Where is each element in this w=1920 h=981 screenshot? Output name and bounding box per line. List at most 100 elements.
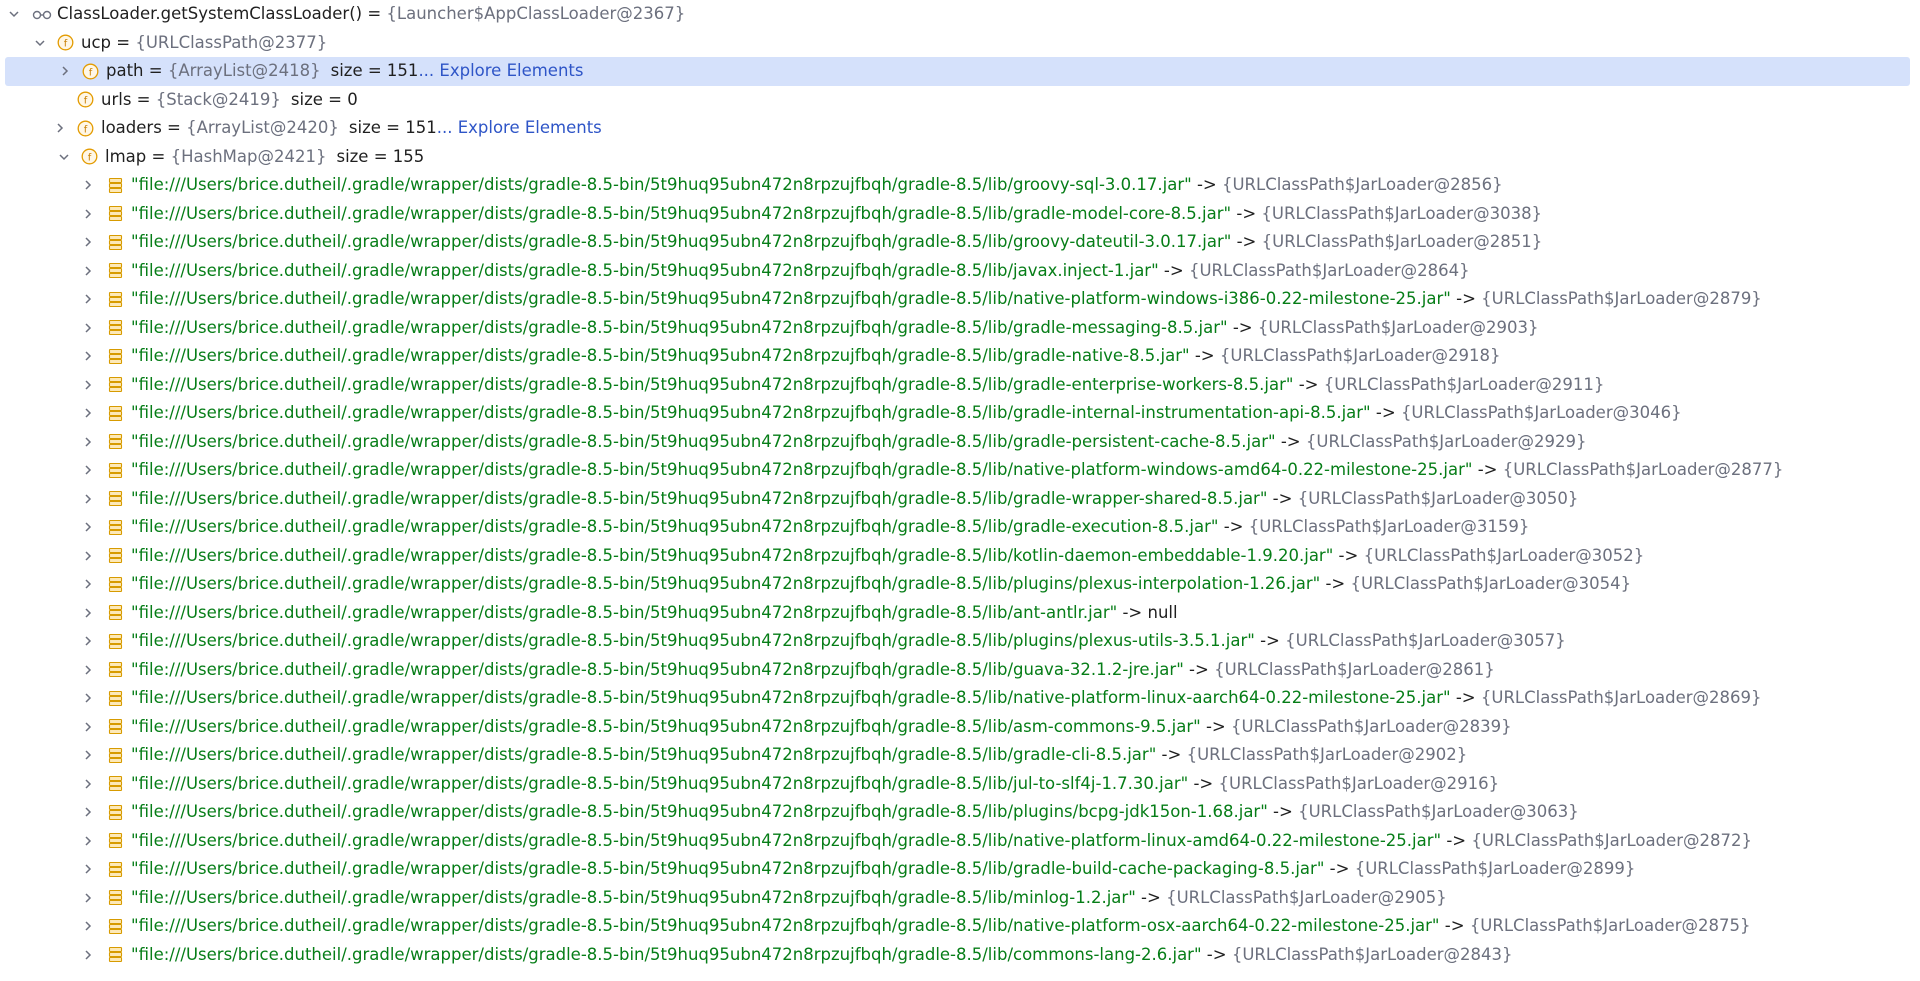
map-entry-arrow: -> xyxy=(1267,802,1299,821)
chevron-right-icon[interactable] xyxy=(52,114,68,143)
map-entry-value: {URLClassPath$JarLoader@3038} xyxy=(1261,203,1543,223)
map-entry-icon xyxy=(107,519,124,536)
chevron-right-icon[interactable] xyxy=(80,171,96,200)
root-ref: {Launcher$AppClassLoader@2367} xyxy=(386,4,686,23)
chevron-right-icon[interactable] xyxy=(80,228,96,257)
lmap-label: lmap = {HashMap@2421} size = 155 xyxy=(105,146,425,166)
chevron-right-icon[interactable] xyxy=(80,798,96,827)
tree-row-root[interactable]: ClassLoader.getSystemClassLoader() = {La… xyxy=(0,0,1920,29)
chevron-right-icon[interactable] xyxy=(80,513,96,542)
map-entry-row[interactable]: "file:///Users/brice.dutheil/.gradle/wra… xyxy=(0,656,1920,685)
map-entry-value: {URLClassPath$JarLoader@3046} xyxy=(1400,403,1682,422)
map-entry-icon xyxy=(107,490,124,507)
chevron-right-icon[interactable] xyxy=(80,627,96,656)
map-entry-row[interactable]: "file:///Users/brice.dutheil/.gradle/wra… xyxy=(0,912,1920,941)
map-entry-row[interactable]: "file:///Users/brice.dutheil/.gradle/wra… xyxy=(0,342,1920,371)
chevron-right-icon[interactable] xyxy=(80,941,96,970)
map-entry-arrow: -> xyxy=(1188,773,1219,793)
chevron-right-icon[interactable] xyxy=(80,827,96,856)
chevron-down-icon[interactable] xyxy=(56,143,72,172)
map-entry-key: "file:///Users/brice.dutheil/.gradle/wra… xyxy=(131,574,1321,593)
map-entry-row[interactable]: "file:///Users/brice.dutheil/.gradle/wra… xyxy=(0,884,1920,913)
map-entry-icon xyxy=(107,405,124,422)
chevron-right-icon[interactable] xyxy=(57,57,73,86)
map-entry-row[interactable]: "file:///Users/brice.dutheil/.gradle/wra… xyxy=(0,855,1920,884)
map-entry-row[interactable]: "file:///Users/brice.dutheil/.gradle/wra… xyxy=(0,314,1920,343)
chevron-right-icon[interactable] xyxy=(80,684,96,713)
map-entry-key: "file:///Users/brice.dutheil/.gradle/wra… xyxy=(131,887,1136,907)
map-entry-row[interactable]: "file:///Users/brice.dutheil/.gradle/wra… xyxy=(0,200,1920,229)
tree-row-urls[interactable]: f urls = {Stack@2419} size = 0 xyxy=(0,86,1920,115)
map-entry-row[interactable]: "file:///Users/brice.dutheil/.gradle/wra… xyxy=(0,570,1920,599)
map-entry-row[interactable]: "file:///Users/brice.dutheil/.gradle/wra… xyxy=(0,456,1920,485)
map-entry-value: {URLClassPath$JarLoader@2875} xyxy=(1469,916,1751,935)
chevron-right-icon[interactable] xyxy=(80,713,96,742)
tree-row-path[interactable]: f path = {ArrayList@2418} size = 151... E… xyxy=(5,57,1910,86)
chevron-right-icon[interactable] xyxy=(80,485,96,514)
chevron-right-icon[interactable] xyxy=(80,570,96,599)
map-entry-row[interactable]: "file:///Users/brice.dutheil/.gradle/wra… xyxy=(0,542,1920,571)
chevron-down-icon[interactable] xyxy=(6,0,22,29)
chevron-right-icon[interactable] xyxy=(80,371,96,400)
chevron-right-icon[interactable] xyxy=(80,342,96,371)
map-entry-value: {URLClassPath$JarLoader@2856} xyxy=(1221,175,1503,194)
chevron-right-icon[interactable] xyxy=(80,912,96,941)
map-entry-row[interactable]: "file:///Users/brice.dutheil/.gradle/wra… xyxy=(0,684,1920,713)
tree-row-ucp[interactable]: f ucp = {URLClassPath@2377} xyxy=(0,29,1920,58)
chevron-right-icon[interactable] xyxy=(80,741,96,770)
chevron-right-icon[interactable] xyxy=(80,770,96,799)
chevron-right-icon[interactable] xyxy=(80,314,96,343)
chevron-right-icon[interactable] xyxy=(80,656,96,685)
tree-row-loaders[interactable]: f loaders = {ArrayList@2420} size = 151..… xyxy=(0,114,1920,143)
map-entry-row[interactable]: "file:///Users/brice.dutheil/.gradle/wra… xyxy=(0,513,1920,542)
map-entry-label: "file:///Users/brice.dutheil/.gradle/wra… xyxy=(131,285,1762,314)
map-entry-row[interactable]: "file:///Users/brice.dutheil/.gradle/wra… xyxy=(0,257,1920,286)
map-entry-row[interactable]: "file:///Users/brice.dutheil/.gradle/wra… xyxy=(0,599,1920,628)
map-entry-value: {URLClassPath$JarLoader@2918} xyxy=(1219,346,1501,365)
map-entry-arrow: -> xyxy=(1183,659,1215,679)
map-entry-row[interactable]: "file:///Users/brice.dutheil/.gradle/wra… xyxy=(0,228,1920,257)
map-entry-value: {URLClassPath$JarLoader@2879} xyxy=(1481,289,1762,308)
map-entry-label: "file:///Users/brice.dutheil/.gradle/wra… xyxy=(131,827,1752,856)
chevron-right-icon[interactable] xyxy=(80,855,96,884)
map-entry-row[interactable]: "file:///Users/brice.dutheil/.gradle/wra… xyxy=(0,627,1920,656)
map-entry-key: "file:///Users/brice.dutheil/.gradle/wra… xyxy=(131,232,1232,251)
map-entry-row[interactable]: "file:///Users/brice.dutheil/.gradle/wra… xyxy=(0,371,1920,400)
chevron-down-icon[interactable] xyxy=(32,29,48,58)
chevron-right-icon[interactable] xyxy=(80,599,96,628)
map-entry-label: "file:///Users/brice.dutheil/.gradle/wra… xyxy=(131,399,1682,428)
map-entry-icon xyxy=(107,633,124,650)
field-icon: f xyxy=(77,120,94,137)
map-entry-row[interactable]: "file:///Users/brice.dutheil/.gradle/wra… xyxy=(0,485,1920,514)
map-entry-row[interactable]: "file:///Users/brice.dutheil/.gradle/wra… xyxy=(0,399,1920,428)
map-entry-value: {URLClassPath$JarLoader@2916} xyxy=(1218,773,1500,793)
map-entry-row[interactable]: "file:///Users/brice.dutheil/.gradle/wra… xyxy=(0,798,1920,827)
map-entry-row[interactable]: "file:///Users/brice.dutheil/.gradle/wra… xyxy=(0,827,1920,856)
chevron-right-icon[interactable] xyxy=(80,428,96,457)
map-entry-icon xyxy=(107,747,124,764)
tree-row-lmap[interactable]: f lmap = {HashMap@2421} size = 155 xyxy=(0,143,1920,172)
chevron-right-icon[interactable] xyxy=(80,257,96,286)
map-entry-row[interactable]: "file:///Users/brice.dutheil/.gradle/wra… xyxy=(0,713,1920,742)
map-entry-icon xyxy=(107,661,124,678)
chevron-right-icon[interactable] xyxy=(80,200,96,229)
map-entry-icon xyxy=(107,433,124,450)
chevron-right-icon[interactable] xyxy=(80,542,96,571)
field-icon: f xyxy=(77,91,94,108)
chevron-right-icon[interactable] xyxy=(80,285,96,314)
chevron-right-icon[interactable] xyxy=(80,399,96,428)
map-entry-row[interactable]: "file:///Users/brice.dutheil/.gradle/wra… xyxy=(0,285,1920,314)
map-entry-label: "file:///Users/brice.dutheil/.gradle/wra… xyxy=(131,428,1587,457)
explore-elements-link[interactable]: ... Explore Elements xyxy=(437,118,602,137)
svg-text:f: f xyxy=(89,67,93,78)
explore-elements-link[interactable]: ... Explore Elements xyxy=(418,61,583,80)
map-entry-row[interactable]: "file:///Users/brice.dutheil/.gradle/wra… xyxy=(0,941,1920,970)
map-entry-row[interactable]: "file:///Users/brice.dutheil/.gradle/wra… xyxy=(0,770,1920,799)
map-entry-icon xyxy=(107,889,124,906)
chevron-right-icon[interactable] xyxy=(80,884,96,913)
chevron-right-icon[interactable] xyxy=(80,456,96,485)
map-entry-row[interactable]: "file:///Users/brice.dutheil/.gradle/wra… xyxy=(0,171,1920,200)
map-entry-row[interactable]: "file:///Users/brice.dutheil/.gradle/wra… xyxy=(0,428,1920,457)
map-entry-label: "file:///Users/brice.dutheil/.gradle/wra… xyxy=(131,855,1635,884)
map-entry-row[interactable]: "file:///Users/brice.dutheil/.gradle/wra… xyxy=(0,741,1920,770)
